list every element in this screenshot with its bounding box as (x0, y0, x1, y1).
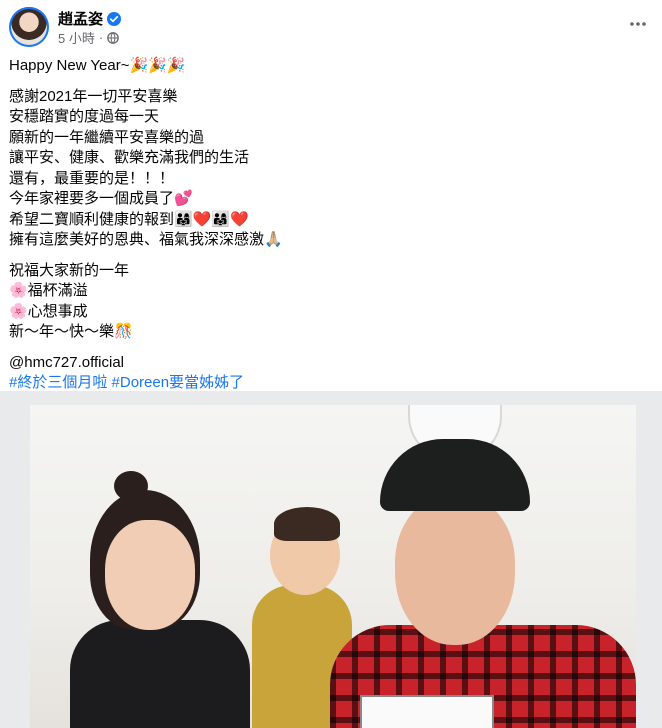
post-line: 安穩踏實的度過每一天 (9, 108, 160, 125)
author-row: 趙孟姿 (58, 8, 122, 29)
ultrasound-photo (360, 695, 494, 728)
globe-icon[interactable] (107, 31, 120, 44)
post-line: Happy New Year~🎉🎉🎉 (9, 57, 186, 74)
post-line: 願新的一年繼續平安喜樂的過 (9, 128, 205, 146)
post-line: 希望二寶順利健康的報到👨‍👩‍👧❤️👨‍👩‍👧❤️ (9, 210, 249, 228)
author-avatar[interactable] (9, 7, 49, 47)
meta-separator: · (98, 30, 104, 45)
post-meta: 5 小時 · (58, 28, 120, 47)
post-timestamp[interactable]: 5 小時 (58, 28, 95, 47)
post-line: 還有，最重要的是！！！ (9, 169, 175, 187)
post-line: 感謝2021年一切平安喜樂 (9, 87, 178, 105)
post-line: 🌸福杯滿溢 (9, 282, 88, 299)
more-horizontal-icon (630, 22, 646, 26)
post-line: 祝福大家新的一年 (9, 261, 130, 279)
woman-figure (70, 620, 250, 728)
author-name[interactable]: 趙孟姿 (58, 8, 103, 29)
more-options-button[interactable] (628, 14, 648, 34)
photo-content (30, 405, 636, 728)
post-line: 今年家裡要多一個成員了💕 (9, 190, 193, 207)
post-text: Happy New Year~🎉🎉🎉 感謝2021年一切平安喜樂 安穩踏實的度過… (9, 56, 649, 394)
mention-line: @hmc727.official (9, 353, 125, 371)
post-line: 讓平安、健康、歡樂充滿我們的生活 (9, 149, 250, 166)
post-line: 新～年～快～樂🎊 (9, 323, 133, 340)
post-line: 擁有這麼美好的恩典、福氣我深深感激🙏🏼 (9, 231, 283, 248)
post-photo[interactable] (0, 391, 662, 728)
facebook-post: 趙孟姿 5 小時 · Happy New Year~🎉🎉🎉 感謝2021年一切平… (0, 0, 662, 728)
verified-badge-icon (107, 11, 122, 26)
hashtag-link[interactable]: #Doreen要當姊姊了 (112, 374, 245, 391)
post-line: 🌸心想事成 (9, 302, 88, 320)
post-header: 趙孟姿 5 小時 · (0, 0, 662, 56)
hashtag-link[interactable]: #終於三個月啦 (9, 374, 107, 391)
